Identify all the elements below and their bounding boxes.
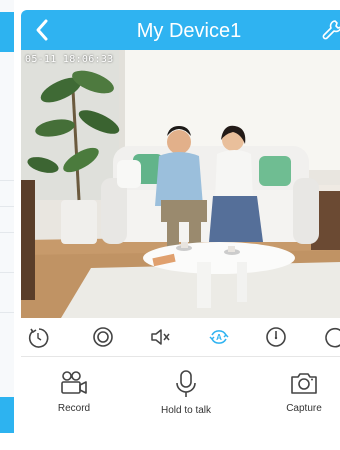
video-camera-icon bbox=[61, 371, 87, 394]
previous-screen-edge bbox=[0, 0, 14, 433]
refresh-button[interactable] bbox=[27, 325, 51, 349]
speaker-mute-icon bbox=[151, 329, 170, 345]
microphone-icon bbox=[176, 370, 196, 397]
wrench-icon bbox=[322, 20, 340, 40]
live-video-feed[interactable]: 05-11 18:06:33 bbox=[21, 50, 340, 318]
mute-button[interactable] bbox=[148, 325, 172, 349]
hold-to-talk-button[interactable]: Hold to talk bbox=[141, 369, 231, 439]
video-timestamp-overlay: 05-11 18:06:33 bbox=[25, 54, 114, 65]
settings-button[interactable] bbox=[320, 18, 340, 42]
capture-label: Capture bbox=[286, 403, 322, 414]
top-bar: My Device1 bbox=[21, 10, 340, 50]
hold-to-talk-label: Hold to talk bbox=[160, 405, 212, 416]
rotate-partial-icon bbox=[325, 327, 340, 348]
timer-button[interactable] bbox=[264, 325, 288, 349]
bottom-actions: Record Hold to talk Capture bbox=[21, 357, 340, 443]
refresh-icon bbox=[28, 328, 49, 348]
more-controls-button[interactable] bbox=[323, 325, 340, 349]
device-live-view-screen: My Device1 05-11 18:06:33 A Record Hold … bbox=[21, 10, 340, 450]
auto-rotate-button[interactable]: A bbox=[207, 325, 231, 349]
target-circle-icon bbox=[93, 327, 113, 347]
record-label: Record bbox=[57, 403, 91, 414]
timer-icon bbox=[266, 327, 286, 347]
capture-button[interactable]: Capture bbox=[259, 369, 340, 439]
page-title: My Device1 bbox=[136, 20, 242, 42]
stream-mode-button[interactable] bbox=[91, 325, 115, 349]
playback-controls: A bbox=[21, 318, 340, 357]
auto-rotate-icon: A bbox=[209, 330, 229, 344]
svg-text:A: A bbox=[216, 333, 222, 342]
living-room-scene-image bbox=[21, 50, 340, 318]
camera-icon bbox=[291, 373, 317, 394]
record-button[interactable]: Record bbox=[29, 369, 119, 439]
